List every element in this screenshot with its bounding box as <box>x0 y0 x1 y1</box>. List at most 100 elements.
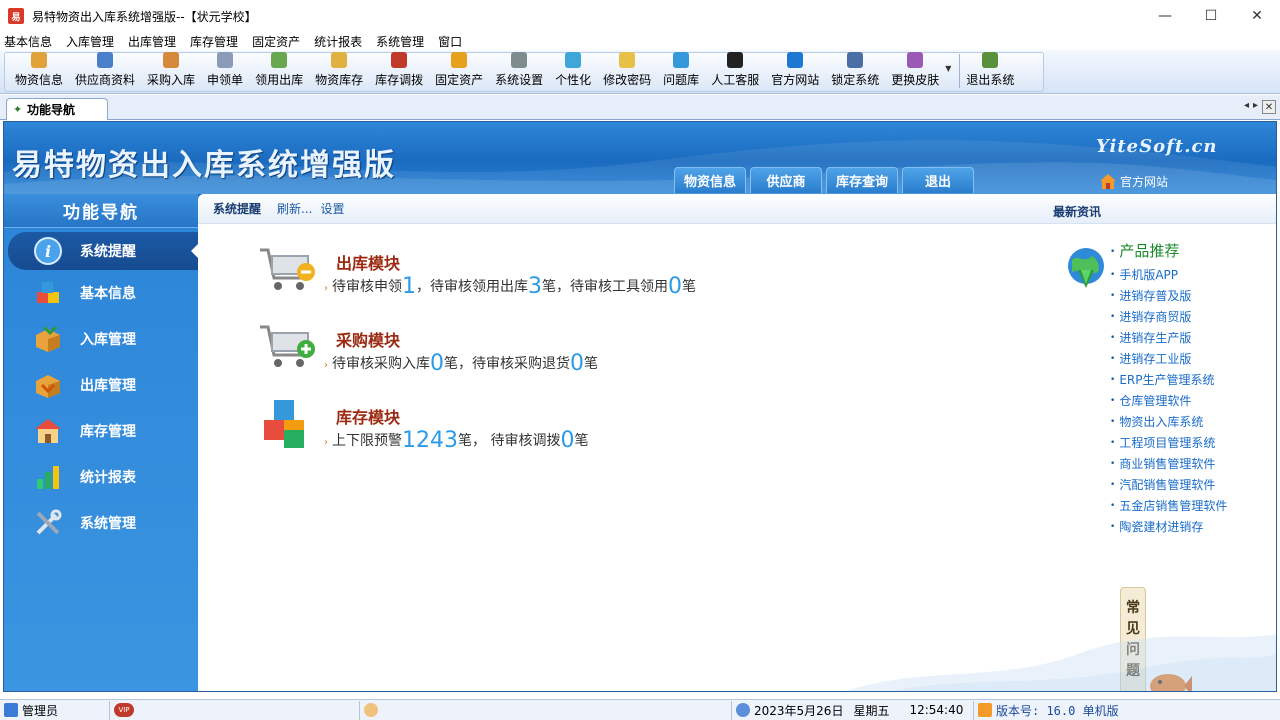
toolbar-icon <box>391 52 408 68</box>
toolbar-button[interactable]: 库存调拨 <box>375 52 423 91</box>
title-bar: 易 易特物资出入库系统增强版--【状元学校】 — ☐ ✕ <box>0 0 1280 32</box>
purchase-module: 采购模块 › 待审核采购入库0笔，待审核采购退货0笔 <box>258 321 898 391</box>
official-site-label: 官方网站 <box>1120 175 1169 189</box>
toolbar-button[interactable]: 退出系统 <box>966 52 1014 91</box>
snowflake-decoration <box>846 634 1276 691</box>
menu-window[interactable]: 窗口 <box>438 33 462 50</box>
menu-system[interactable]: 系统管理 <box>376 33 424 50</box>
menu-outbound[interactable]: 出库管理 <box>128 33 176 50</box>
toolbar-button[interactable]: 问题库 <box>663 52 699 91</box>
toolbar-button[interactable]: 官方网站 <box>771 52 819 91</box>
assistant-avatar[interactable] <box>364 703 378 717</box>
window-title: 易特物资出入库系统增强版--【状元学校】 <box>32 9 257 24</box>
bullet-icon: • <box>1110 247 1116 257</box>
refresh-link[interactable]: 刷新... <box>277 200 312 217</box>
pending-count: 0 <box>570 351 584 376</box>
module-title: 采购模块 <box>336 331 401 350</box>
official-site-link[interactable]: 官方网站 <box>1100 173 1168 190</box>
pending-count: 0 <box>560 428 575 453</box>
toolbar-button[interactable]: 系统设置 <box>495 52 543 91</box>
minimize-button[interactable]: — <box>1142 0 1188 32</box>
sidebar-item-reports[interactable]: 统计报表 <box>4 454 198 500</box>
toolbar-button[interactable]: 固定资产 <box>435 52 483 91</box>
toolbar-button[interactable]: 修改密码 <box>603 52 651 91</box>
sidebar-item-label: 库存管理 <box>80 424 136 440</box>
summary-text: 上下限预警 <box>332 433 402 449</box>
globe-download-icon <box>1068 248 1104 288</box>
news-link[interactable]: • 商业销售管理软件 <box>1110 454 1227 475</box>
arrow-icon: › <box>324 437 328 448</box>
toolbar-button[interactable]: 采购入库 <box>147 52 195 91</box>
close-button[interactable]: ✕ <box>1234 0 1280 32</box>
close-tab-icon[interactable]: ✕ <box>1262 100 1276 114</box>
toolbar-button[interactable]: 物资库存 <box>315 52 363 91</box>
sidebar-title: 功能导航 <box>4 194 198 228</box>
banner-tab-exit[interactable]: 退出 <box>902 167 974 193</box>
bullet-icon: • <box>1110 312 1116 322</box>
toolbar-button[interactable]: 更换皮肤 <box>891 52 939 91</box>
news-link[interactable]: • 进销存工业版 <box>1110 349 1227 370</box>
news-link[interactable]: • 工程项目管理系统 <box>1110 433 1227 454</box>
menu-bar: 基本信息 入库管理 出库管理 库存管理 固定资产 统计报表 系统管理 窗口 <box>0 32 1280 50</box>
cart-minus-icon <box>260 248 315 290</box>
toolbar-button-label: 锁定系统 <box>831 73 880 87</box>
menu-reports[interactable]: 统计报表 <box>314 33 362 50</box>
news-link[interactable]: • 进销存普及版 <box>1110 286 1227 307</box>
toolbar-button[interactable]: 领用出库 <box>255 52 303 91</box>
sidebar-item-label: 出库管理 <box>80 378 136 394</box>
sidebar-item-system[interactable]: 系统管理 <box>4 500 198 546</box>
toolbar-icon <box>673 52 690 68</box>
banner: 易特物资出入库系统增强版 YiteSoft.cn 物资信息 供应商 库存查询 退… <box>4 122 1276 194</box>
status-time: 12:54:40 <box>909 703 964 717</box>
news-link[interactable]: • ERP生产管理系统 <box>1110 370 1227 391</box>
sidebar-item-inventory[interactable]: 库存管理 <box>4 408 198 454</box>
news-link[interactable]: • 仓库管理软件 <box>1110 391 1227 412</box>
sidebar-item-system-alerts[interactable]: i 系统提醒 <box>8 232 198 270</box>
menu-basic-info[interactable]: 基本信息 <box>4 33 52 50</box>
status-version: 版本号: 16.0 单机版 <box>974 701 1280 720</box>
summary-text: 笔，待审核采购退货 <box>444 356 570 372</box>
toolbar-button-label: 申领单 <box>207 73 244 87</box>
tab-function-nav[interactable]: ✦ 功能导航 <box>6 98 108 120</box>
toolbar-button[interactable]: 申领单 <box>207 52 243 91</box>
toolbar-button[interactable]: 供应商资料 <box>75 52 135 91</box>
toolbar-button-label: 供应商资料 <box>75 73 136 87</box>
toolbar-button-label: 问题库 <box>663 73 700 87</box>
box-in-icon <box>34 325 62 353</box>
sidebar-item-outbound[interactable]: 出库管理 <box>4 362 198 408</box>
bullet-icon: • <box>1110 375 1116 385</box>
news-link[interactable]: • 物资出入库系统 <box>1110 412 1227 433</box>
summary-text: 待审核申领 <box>332 279 402 295</box>
maximize-button[interactable]: ☐ <box>1188 0 1234 32</box>
toolbar-overflow-icon[interactable]: ▼ <box>945 64 951 73</box>
banner-tab-supplier[interactable]: 供应商 <box>750 167 822 193</box>
sidebar-item-basic-info[interactable]: 基本信息 <box>4 270 198 316</box>
menu-fixed-assets[interactable]: 固定资产 <box>252 33 300 50</box>
toolbar-button[interactable]: 个性化 <box>555 52 591 91</box>
menu-inbound[interactable]: 入库管理 <box>66 33 114 50</box>
news-link[interactable]: • 手机版APP <box>1110 265 1227 286</box>
banner-tab-inventory-query[interactable]: 库存查询 <box>826 167 898 193</box>
info-icon: i <box>34 237 62 265</box>
house-icon <box>1100 174 1116 189</box>
toolbar-button-label: 采购入库 <box>147 73 196 87</box>
menu-inventory[interactable]: 库存管理 <box>190 33 238 50</box>
settings-link[interactable]: 设置 <box>320 200 344 217</box>
sidebar-item-inbound[interactable]: 入库管理 <box>4 316 198 362</box>
news-link[interactable]: • 五金店销售管理软件 <box>1110 496 1227 517</box>
news-link[interactable]: • 进销存商贸版 <box>1110 307 1227 328</box>
scroll-left-icon[interactable]: ◂ <box>1244 100 1249 114</box>
bullet-icon: • <box>1110 291 1116 301</box>
news-link[interactable]: • 进销存生产版 <box>1110 328 1227 349</box>
toolbar-button[interactable]: 人工客服 <box>711 52 759 91</box>
banner-tab-material-info[interactable]: 物资信息 <box>674 167 746 193</box>
content-panel: 系统提醒 刷新... 设置 最新资讯 出库模块 › 待审核申领1，待审核领用出库3… <box>198 194 1276 691</box>
scroll-right-icon[interactable]: ▸ <box>1253 100 1258 114</box>
pending-count: 0 <box>668 274 682 299</box>
news-link[interactable]: • 陶瓷建材进销存 <box>1110 517 1227 538</box>
toolbar-button[interactable]: 物资信息 <box>15 52 63 91</box>
banner-tabs: 物资信息 供应商 库存查询 退出 <box>674 167 974 193</box>
toolbar-button[interactable]: 锁定系统 <box>831 52 879 91</box>
status-bar: 管理员 VIP 2023年5月26日 星期五 12:54:40 版本号: 16.… <box>0 699 1280 720</box>
news-link[interactable]: • 汽配销售管理软件 <box>1110 475 1227 496</box>
